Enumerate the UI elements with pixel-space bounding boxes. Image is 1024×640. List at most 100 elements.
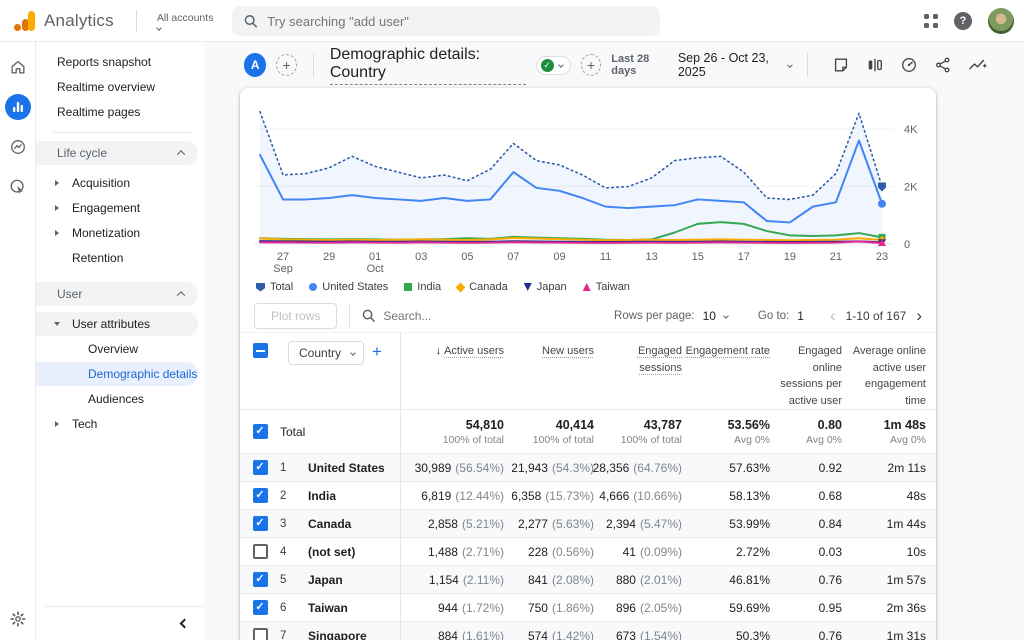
column-header[interactable]: Average online active user engagement ti…: [842, 333, 926, 409]
sidebar-item-engagement[interactable]: Engagement: [36, 196, 204, 220]
table-search-input[interactable]: [383, 309, 563, 323]
column-header[interactable]: ↓Active users: [400, 333, 504, 409]
country-name: Singapore: [308, 629, 367, 640]
apps-grid-icon[interactable]: [924, 14, 938, 28]
add-dimension-button[interactable]: +: [372, 341, 382, 360]
row-rank: 6: [280, 602, 286, 614]
chevron-down-icon[interactable]: [723, 313, 729, 319]
comparisons-icon[interactable]: [866, 56, 884, 74]
reports-icon[interactable]: [5, 94, 31, 120]
help-icon[interactable]: ?: [954, 12, 972, 30]
country-name: India: [308, 489, 336, 503]
row-rank: 7: [280, 630, 286, 640]
diamond-marker-icon: [456, 282, 466, 292]
pagination-range: 1-10 of 167: [846, 309, 907, 323]
speed-icon[interactable]: [900, 56, 918, 74]
sidebar-item-realtime-pages[interactable]: Realtime pages: [36, 100, 204, 124]
report-status-badge[interactable]: ✓: [536, 56, 571, 75]
note-icon[interactable]: [832, 56, 850, 74]
avatar[interactable]: [988, 8, 1014, 34]
table-row: ✓2India6,819(12.44%)6,358(15.73%)4,666(1…: [240, 481, 936, 509]
entity-badge[interactable]: A: [244, 53, 266, 77]
settings-icon[interactable]: [0, 610, 36, 628]
sidebar-item-overview[interactable]: Overview: [36, 337, 204, 361]
home-icon[interactable]: [5, 54, 31, 80]
advertising-icon[interactable]: [5, 174, 31, 200]
column-header[interactable]: New users: [504, 333, 594, 409]
svg-text:Sep: Sep: [273, 263, 293, 274]
add-comparison-button[interactable]: +: [276, 54, 297, 76]
select-all-checkbox[interactable]: [253, 343, 268, 358]
explore-icon[interactable]: [5, 134, 31, 160]
sidebar-item-retention[interactable]: Retention: [36, 246, 204, 270]
page-title[interactable]: Demographic details: Country: [330, 46, 526, 85]
metric-cell: 58.13%: [682, 482, 770, 509]
expand-arrow-icon: [55, 230, 59, 236]
row-checkbox[interactable]: ✓: [253, 488, 268, 503]
dimension-select[interactable]: Country: [288, 341, 364, 365]
sidebar-item-demographic-details[interactable]: Demographic details: [36, 362, 198, 386]
sidebar-item-realtime-overview[interactable]: Realtime overview: [36, 75, 204, 99]
sidebar-item-tech[interactable]: Tech: [36, 412, 204, 436]
triangle-up-marker-icon: [583, 283, 591, 291]
divider: [52, 132, 192, 133]
totals-checkbox[interactable]: ✓: [253, 424, 268, 439]
sidebar-item-reports-snapshot[interactable]: Reports snapshot: [36, 50, 204, 74]
global-search-input[interactable]: [267, 14, 648, 29]
column-header[interactable]: Engagement rate: [682, 333, 770, 409]
previous-page-icon[interactable]: ‹: [828, 306, 838, 326]
date-range-picker[interactable]: Sep 26 - Oct 23, 2025: [678, 51, 791, 79]
x-axis-tick: 21: [830, 251, 842, 263]
x-axis-tick: 01: [369, 251, 381, 263]
legend-label: United States: [322, 281, 388, 293]
metric-cell: 28,356(64.76%): [594, 454, 682, 481]
table-toolbar: Plot rows Rows per page: 10 Go to: 1: [240, 299, 936, 333]
x-axis-tick: 03: [415, 251, 427, 263]
sidebar-footer: [44, 606, 204, 640]
metric-cell: 880(2.01%): [594, 566, 682, 593]
account-switcher[interactable]: All accounts: [157, 12, 214, 30]
sidebar-item-user-attributes[interactable]: User attributes: [36, 312, 198, 336]
row-checkbox[interactable]: ✓: [253, 460, 268, 475]
country-name: United States: [308, 461, 385, 475]
row-checkbox[interactable]: ✓: [253, 572, 268, 587]
share-icon[interactable]: [934, 56, 952, 74]
totals-cell: 53.56%Avg 0%: [682, 410, 770, 453]
column-header[interactable]: Engaged online sessions per active user: [770, 333, 842, 409]
square-marker-icon: [404, 283, 412, 291]
collapse-sidebar-icon[interactable]: [180, 619, 190, 629]
column-header[interactable]: Engaged sessions: [594, 333, 682, 409]
row-checkbox[interactable]: [253, 544, 268, 559]
sidebar-item-monetization[interactable]: Monetization: [36, 221, 204, 245]
sidebar-item-acquisition[interactable]: Acquisition: [36, 171, 204, 195]
timeseries-chart: 02K4K27Sep2901Oct0305070911131517192123: [254, 98, 928, 274]
sidebar-section-life-cycle[interactable]: Life cycle: [36, 141, 198, 165]
metric-cell: 2m 36s: [842, 594, 926, 621]
global-search[interactable]: [232, 6, 660, 36]
table-row: ✓1United States30,989(56.54%)21,943(54.3…: [240, 453, 936, 481]
next-page-icon[interactable]: ›: [914, 306, 924, 326]
metric-cell: 896(2.05%): [594, 594, 682, 621]
add-filter-button[interactable]: +: [581, 54, 602, 76]
legend-label: Canada: [469, 281, 508, 293]
plot-rows-button[interactable]: Plot rows: [254, 303, 337, 329]
row-rank: 1: [280, 462, 286, 474]
metric-cell: 6,819(12.44%): [400, 482, 504, 509]
goto-input[interactable]: 1: [797, 309, 804, 323]
svg-text:Oct: Oct: [367, 263, 384, 274]
insights-icon[interactable]: [968, 56, 988, 74]
row-checkbox[interactable]: ✓: [253, 600, 268, 615]
expand-arrow-icon: [55, 421, 59, 427]
svg-text:4K: 4K: [904, 124, 918, 136]
rows-per-page-select[interactable]: 10: [703, 309, 716, 323]
totals-cell: 54,810100% of total: [400, 410, 504, 453]
table-search[interactable]: [362, 309, 602, 323]
row-checkbox[interactable]: ✓: [253, 516, 268, 531]
sidebar-item-audiences[interactable]: Audiences: [36, 387, 204, 411]
top-app-bar: Analytics All accounts ?: [0, 0, 1024, 42]
divider: [807, 53, 808, 77]
metric-cell: 0.03: [770, 538, 842, 565]
sidebar-section-user[interactable]: User: [36, 282, 198, 306]
metric-cell: 4,666(10.66%): [594, 482, 682, 509]
row-checkbox[interactable]: [253, 628, 268, 640]
